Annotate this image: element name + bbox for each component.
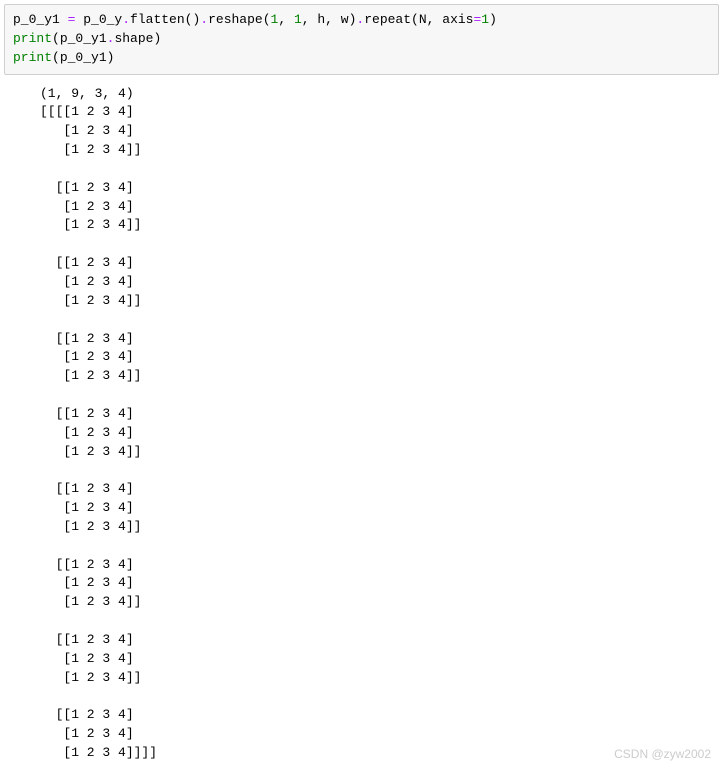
token-number: 1 <box>294 12 302 27</box>
token-builtin: print <box>13 31 52 46</box>
code-cell: p_0_y1 = p_0_y.flatten().reshape(1, 1, h… <box>4 4 719 75</box>
token-comma: , <box>427 12 443 27</box>
token-paren: ) <box>489 12 497 27</box>
token-kw: axis <box>442 12 473 27</box>
token-paren: ( <box>52 31 60 46</box>
token-method: reshape <box>208 12 263 27</box>
token-paren: ( <box>52 50 60 65</box>
token-attr: shape <box>114 31 153 46</box>
code-line-1: p_0_y1 = p_0_y.flatten().reshape(1, 1, h… <box>13 11 710 30</box>
token-comma: , <box>302 12 318 27</box>
token-var: p_0_y1 <box>13 12 68 27</box>
token-op: . <box>122 12 130 27</box>
token-comma: , <box>325 12 341 27</box>
token-comma: , <box>278 12 294 27</box>
token-method: repeat <box>364 12 411 27</box>
token-var: N <box>419 12 427 27</box>
token-var: p_0_y1 <box>60 31 107 46</box>
token-var: w <box>341 12 349 27</box>
code-line-3: print(p_0_y1) <box>13 49 710 68</box>
code-line-2: print(p_0_y1.shape) <box>13 30 710 49</box>
token-method: flatten <box>130 12 185 27</box>
token-paren: ( <box>263 12 271 27</box>
token-paren: ) <box>153 31 161 46</box>
token-var: p_0_y <box>75 12 122 27</box>
token-number: 1 <box>481 12 489 27</box>
token-paren: ( <box>411 12 419 27</box>
token-var: p_0_y1 <box>60 50 107 65</box>
token-paren: ) <box>107 50 115 65</box>
token-builtin: print <box>13 50 52 65</box>
token-op: . <box>200 12 208 27</box>
token-var: h <box>317 12 325 27</box>
output-cell: (1, 9, 3, 4) [[[[1 2 3 4] [1 2 3 4] [1 2… <box>4 83 719 765</box>
